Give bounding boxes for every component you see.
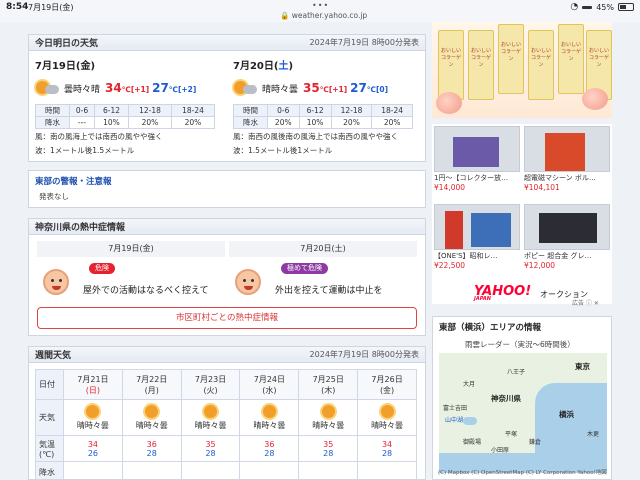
sun-cloud-icon bbox=[35, 78, 61, 98]
danger-badge: 危険 bbox=[89, 263, 115, 274]
heatstroke-date-today: 7月19日(金) bbox=[37, 241, 225, 257]
battery-percent: 45% bbox=[596, 2, 614, 12]
forecast-title: 今日明日の天気 bbox=[35, 39, 99, 49]
peach-icon bbox=[582, 88, 608, 110]
tomorrow-high: 35℃[+1] bbox=[303, 81, 348, 95]
sun-icon bbox=[86, 404, 100, 418]
status-date: 7月19日(金) bbox=[28, 3, 74, 12]
weekly-published: 2024年7月19日 8時00分発表 bbox=[309, 350, 419, 359]
weekly-panel: 週間天気 2024年7月19日 8時00分発表 日付 7月21日 (日) 7月22… bbox=[28, 346, 426, 480]
orientation-lock-icon bbox=[582, 5, 593, 9]
today-low: 27℃[+2] bbox=[152, 81, 197, 95]
auction-item[interactable]: 【ONE'S】昭和レ… ¥22,500 bbox=[434, 204, 520, 270]
forecast-panel: 今日明日の天気 2024年7月19日 8時00分発表 7月19日(金) 曇時々晴… bbox=[28, 34, 426, 162]
sun-icon bbox=[145, 404, 159, 418]
status-time: 8:54 bbox=[6, 2, 29, 12]
auction-item[interactable]: ポピー 超合金 グレ… ¥12,000 bbox=[524, 204, 610, 270]
status-bar: 8:54 7月19日(金) ••• 🔒 weather.yahoo.co.jp … bbox=[0, 0, 640, 22]
tomorrow-low: 27℃[0] bbox=[350, 81, 389, 95]
weekly-table: 日付 7月21日 (日) 7月22日 (月) 7月23日 (火) 7月24日 (水) 7… bbox=[35, 369, 417, 479]
sun-icon bbox=[321, 404, 335, 418]
heatstroke-advice: 外出を控えて運動は中止を bbox=[275, 286, 383, 296]
hot-face-icon bbox=[235, 269, 261, 295]
heatstroke-header: 神奈川県の熱中症情報 bbox=[29, 219, 425, 235]
week-day-4: 7月24日 (水) bbox=[239, 369, 300, 400]
browser-menu-dots[interactable]: ••• bbox=[312, 1, 329, 10]
today-date: 7月19日(金) bbox=[35, 61, 96, 72]
status-right: ◔ 45% bbox=[570, 2, 634, 12]
week-day-1: 7月21日 (日) bbox=[63, 369, 123, 400]
sun-icon bbox=[380, 404, 394, 418]
tomorrow-rain-table: 時間 0-6 6-12 12-18 18-24 降水 20% 10% 20% 20% bbox=[233, 104, 413, 129]
heatstroke-today: 危険 屋外での活動はなるべく控えて bbox=[43, 263, 231, 303]
extreme-danger-badge: 極めて危険 bbox=[281, 263, 328, 274]
yahoo-japan-logo[interactable]: YAHOO! JAPAN bbox=[474, 284, 531, 302]
auction-ad: 1円〜【コレクター放… ¥14,000 超電磁マシーン ボル… ¥104,101… bbox=[432, 124, 612, 307]
warnings-panel: 東部の警報・注意報 発表なし bbox=[28, 170, 426, 208]
city-heatstroke-button[interactable]: 市区町村ごとの熱中症情報 bbox=[37, 307, 417, 329]
auction-item[interactable]: 1円〜【コレクター放… ¥14,000 bbox=[434, 126, 520, 192]
weekly-title: 週間天気 bbox=[35, 351, 72, 361]
heatstroke-tomorrow: 極めて危険 外出を控えて運動は中止を bbox=[235, 263, 423, 303]
map-credit: (C) Mapbox (C) OpenStreetMap (C) LY Corp… bbox=[438, 470, 607, 476]
area-info-panel: 東部（横浜）エリアの情報 雨雲レーダー（実況〜6時間後） 八王子 東京 大月 神… bbox=[432, 316, 612, 480]
today-wind: 風：南の風海上では南西の風やや強く bbox=[35, 132, 163, 141]
tomorrow-forecast: 7月20日(土) 晴時々曇 35℃[+1] 27℃[0] 時間 0-6 6-12 1… bbox=[233, 57, 421, 129]
forecast-header: 今日明日の天気 2024年7月19日 8時00分発表 bbox=[29, 35, 425, 51]
tomorrow-wave: 波：1.5メートル後1メートル bbox=[233, 146, 333, 155]
heatstroke-panel: 神奈川県の熱中症情報 7月19日(金) 7月20日(土) 危険 屋外での活動はな… bbox=[28, 218, 426, 336]
today-weather: 曇時々晴 bbox=[64, 84, 101, 95]
today-wave: 波：1メートル後1.5メートル bbox=[35, 146, 135, 155]
url-text: weather.yahoo.co.jp bbox=[291, 11, 368, 20]
sun-icon bbox=[204, 404, 218, 418]
tomorrow-weather: 晴時々曇 bbox=[262, 84, 299, 95]
heatstroke-date-tomorrow: 7月20日(土) bbox=[229, 241, 417, 257]
week-day-2: 7月22日 (月) bbox=[121, 369, 182, 400]
tomorrow-wind: 風：南西の風後南の風海上では南西の風やや強く bbox=[233, 132, 398, 141]
warnings-body: 発表なし bbox=[39, 192, 69, 201]
radar-map[interactable]: 八王子 東京 大月 神奈川県 富士吉田 横浜 山中湖 御殿場 平塚 小田原 鎌倉… bbox=[439, 353, 607, 473]
wifi-icon: ◔ bbox=[570, 2, 579, 12]
collagen-drink-ad[interactable]: おいしいコラーゲン おいしいコラーゲン おいしいコラーゲン おいしいコラーゲン … bbox=[432, 22, 612, 118]
rain-radar-link[interactable]: 雨雲レーダー（実況〜6時間後） bbox=[465, 339, 575, 350]
area-title: 東部（横浜）エリアの情報 bbox=[439, 323, 542, 333]
tomorrow-date: 7月20日(土) bbox=[233, 61, 294, 72]
sun-icon bbox=[262, 404, 276, 418]
url-bar[interactable]: 🔒 weather.yahoo.co.jp bbox=[280, 11, 370, 20]
hot-face-icon bbox=[43, 269, 69, 295]
warnings-link[interactable]: 東部の警報・注意報 bbox=[35, 175, 112, 187]
auction-item[interactable]: 超電磁マシーン ボル… ¥104,101 bbox=[524, 126, 610, 192]
ad-mark[interactable]: 広告 ⓘ ✕ bbox=[572, 298, 599, 307]
heatstroke-title: 神奈川県の熱中症情報 bbox=[35, 223, 126, 233]
battery-icon bbox=[618, 3, 634, 11]
today-high: 34℃[+1] bbox=[105, 81, 150, 95]
heatstroke-advice: 屋外での活動はなるべく控えて bbox=[83, 286, 209, 296]
today-rain-table: 時間 0-6 6-12 12-18 18-24 降水 --- 10% 20% 20% bbox=[35, 104, 216, 129]
forecast-published: 2024年7月19日 8時00分発表 bbox=[309, 38, 419, 47]
week-day-6: 7月26日 (金) bbox=[357, 369, 417, 400]
today-forecast: 7月19日(金) 曇時々晴 34℃[+1] 27℃[+2] 時間 0-6 6-12… bbox=[35, 57, 223, 129]
week-day-5: 7月25日 (木) bbox=[298, 369, 359, 400]
week-day-3: 7月23日 (火) bbox=[180, 369, 241, 400]
weekly-header: 週間天気 2024年7月19日 8時00分発表 bbox=[29, 347, 425, 363]
heatstroke-date-row: 7月19日(金) 7月20日(土) bbox=[37, 241, 417, 257]
peach-icon bbox=[436, 92, 462, 114]
sun-cloud-icon bbox=[233, 78, 259, 98]
